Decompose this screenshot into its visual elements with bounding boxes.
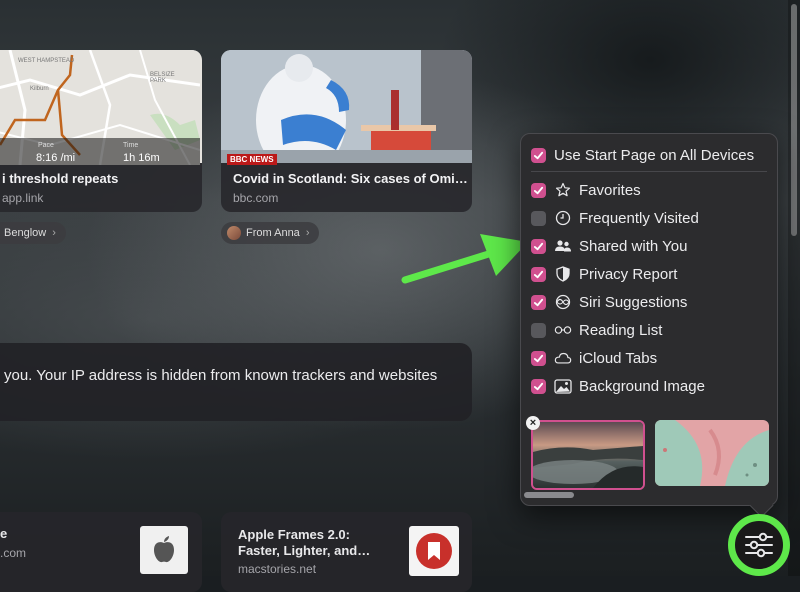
checkbox-checked[interactable]	[531, 147, 546, 163]
shared-link-card-1[interactable]: WEST HAMPSTEAD BELSIZE PARK Kilburn Pace…	[0, 50, 202, 212]
shared-by-pill-2[interactable]: From Anna ›	[221, 222, 320, 244]
apple-logo-thumbnail	[140, 526, 188, 574]
option-label: Privacy Report	[579, 265, 678, 283]
option-label: iCloud Tabs	[579, 349, 658, 367]
pill-label: From Anna	[246, 227, 300, 239]
option-frequently-visited[interactable]: Frequently Visited	[531, 207, 699, 229]
glasses-icon	[554, 321, 572, 339]
reading-list-card-2[interactable]: Apple Frames 2.0: Faster, Lighter, and… …	[221, 512, 472, 592]
card-domain: macstories.net	[238, 562, 317, 576]
map-graphic	[0, 50, 200, 165]
checkbox-checked[interactable]	[531, 238, 546, 254]
checkmark-icon	[533, 242, 544, 250]
green-arrow-annotation	[401, 234, 528, 284]
checkmark-icon	[533, 270, 544, 278]
checkmark-icon	[533, 354, 544, 362]
privacy-report-text: you. Your IP address is hidden from know…	[4, 367, 438, 384]
card-domain: .com	[0, 546, 27, 560]
card-domain: app.link	[2, 191, 44, 205]
page-scrollbar[interactable]	[788, 0, 800, 576]
card-title-line-1: Apple Frames 2.0:	[238, 527, 350, 542]
scrollbar-thumb[interactable]	[791, 4, 797, 236]
option-siri-suggestions[interactable]: Siri Suggestions	[531, 291, 687, 313]
avatar	[227, 226, 241, 240]
option-background-image[interactable]: Background Image	[531, 375, 705, 397]
start-page-customize-popover: Use Start Page on All Devices Favorites …	[520, 133, 778, 518]
shared-link-card-2[interactable]: BBC NEWS Covid in Scotland: Six cases of…	[221, 50, 472, 212]
checkbox-checked[interactable]	[531, 294, 546, 310]
horizontal-scrollbar-thumb[interactable]	[524, 492, 574, 498]
background-thumbnail-selected[interactable]	[531, 420, 645, 490]
option-use-start-page-all-devices[interactable]: Use Start Page on All Devices	[531, 144, 754, 166]
clock-icon	[554, 209, 572, 227]
checkbox-checked[interactable]	[531, 350, 546, 366]
checkbox-unchecked[interactable]	[531, 322, 546, 338]
remove-background-button[interactable]: ×	[526, 416, 540, 430]
shared-by-pill-1[interactable]: Benglow ›	[0, 222, 66, 244]
option-label: Use Start Page on All Devices	[554, 146, 755, 164]
map-time-label: Time	[123, 142, 139, 149]
checkbox-unchecked[interactable]	[531, 210, 546, 226]
reading-list-card-1[interactable]: e .com	[0, 512, 202, 592]
macstories-logo-thumbnail	[409, 526, 459, 576]
lab-photo-graphic	[221, 50, 472, 175]
map-thumbnail: WEST HAMPSTEAD BELSIZE PARK Kilburn Pace…	[0, 50, 202, 165]
article-thumbnail: BBC NEWS	[221, 50, 472, 175]
checkmark-icon	[533, 151, 544, 159]
shield-icon	[554, 265, 572, 283]
butterfly-pattern-image	[655, 420, 769, 486]
siri-icon	[554, 293, 572, 311]
map-pace-value: 8:16 /mi	[36, 152, 76, 164]
option-label: Siri Suggestions	[579, 293, 688, 311]
checkbox-checked[interactable]	[531, 266, 546, 282]
checkmark-icon	[533, 298, 544, 306]
pill-label: Benglow	[4, 227, 47, 239]
map-place-label-2: BELSIZE PARK	[150, 72, 175, 84]
map-place-label-3: Kilburn	[30, 86, 49, 92]
option-label: Shared with You	[579, 237, 688, 255]
cloud-icon	[554, 349, 572, 367]
photo-icon	[554, 377, 572, 395]
option-label: Favorites	[579, 181, 641, 199]
checkbox-checked[interactable]	[531, 182, 546, 198]
landscape-image	[533, 422, 643, 488]
chevron-right-icon: ›	[52, 227, 56, 239]
option-favorites[interactable]: Favorites	[531, 179, 641, 201]
option-shared-with-you[interactable]: Shared with You	[531, 235, 687, 257]
card-title: i threshold repeats	[2, 171, 119, 186]
bookmark-logo-icon	[416, 533, 452, 569]
star-icon	[554, 181, 572, 199]
map-place-label-1: WEST HAMPSTEAD	[18, 58, 75, 64]
option-reading-list[interactable]: Reading List	[531, 319, 662, 341]
option-label: Frequently Visited	[579, 209, 699, 227]
map-time-value: 1h 16m	[123, 152, 160, 164]
chevron-right-icon: ›	[305, 227, 310, 239]
news-badge: BBC NEWS	[227, 154, 277, 165]
card-domain: bbc.com	[233, 191, 279, 205]
customize-start-page-button[interactable]	[728, 514, 790, 576]
card-title: e	[0, 526, 8, 541]
apple-icon	[154, 536, 174, 563]
popover-divider	[531, 171, 767, 172]
option-label: Background Image	[579, 377, 705, 395]
card-title-line-2: Faster, Lighter, and…	[238, 543, 371, 558]
background-thumbnail-butterfly[interactable]	[655, 420, 769, 486]
map-pace-label: Pace	[38, 142, 54, 149]
card-title: Covid in Scotland: Six cases of Omi…	[233, 171, 468, 186]
people-icon	[554, 237, 572, 255]
checkbox-checked[interactable]	[531, 378, 546, 394]
option-label: Reading List	[579, 321, 663, 339]
sliders-icon	[745, 532, 773, 558]
checkmark-icon	[533, 382, 544, 390]
option-privacy-report[interactable]: Privacy Report	[531, 263, 677, 285]
privacy-report-card[interactable]: you. Your IP address is hidden from know…	[0, 343, 472, 421]
option-icloud-tabs[interactable]: iCloud Tabs	[531, 347, 657, 369]
checkmark-icon	[533, 186, 544, 194]
